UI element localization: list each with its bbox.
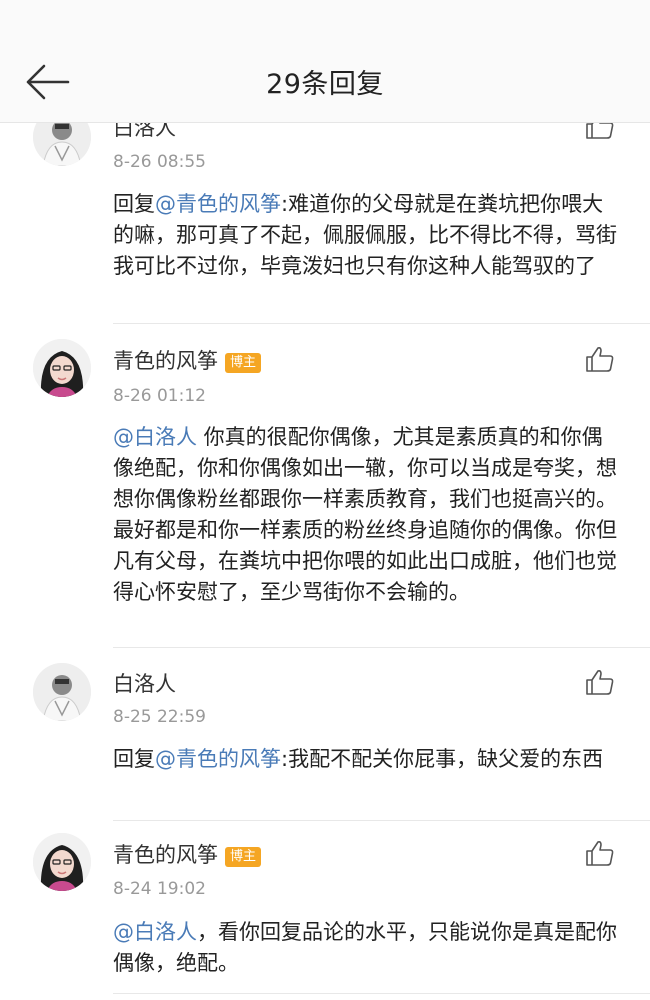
divider <box>113 647 650 648</box>
comment-text: @白洛人 你真的很配你偶像，尤其是素质真的和你偶像绝配，你和你偶像如出一辙，你可… <box>113 422 621 608</box>
comment-author: 青色的风筝 博主 <box>113 839 262 869</box>
comment-author: 青色的风筝 博主 <box>113 345 262 375</box>
mention-link[interactable]: @青色的风筝 <box>155 192 281 216</box>
avatar-qingsedefengzheng[interactable] <box>33 833 91 891</box>
divider <box>113 993 650 994</box>
reply-prefix: 回复 <box>113 192 155 216</box>
comment-time: 8-24 19:02 <box>113 879 206 899</box>
divider <box>113 323 650 324</box>
thumbs-up-icon[interactable] <box>585 839 615 867</box>
comment-text: @白洛人，看你回复品论的水平，只能说你是真是配你偶像，绝配。 <box>113 917 621 979</box>
top-bar: 29条回复 <box>0 0 650 123</box>
comment-time: 8-26 01:12 <box>113 386 206 406</box>
avatar-qingsedefengzheng[interactable] <box>33 339 91 397</box>
reply-prefix: 回复 <box>113 747 155 771</box>
comment-author[interactable]: 白洛人 <box>113 668 176 698</box>
author-badge: 博主 <box>225 847 262 867</box>
comment-author-name[interactable]: 青色的风筝 <box>113 843 218 867</box>
comment-time: 8-25 22:59 <box>113 707 206 727</box>
mention-link[interactable]: @白洛人 <box>113 920 197 944</box>
comment-body: :我配不配关你屁事，缺父爱的东西 <box>281 747 604 771</box>
mention-link[interactable]: @白洛人 <box>113 425 197 449</box>
mention-link[interactable]: @青色的风筝 <box>155 747 281 771</box>
page-title: 29条回复 <box>266 69 384 100</box>
comment-time: 8-26 08:55 <box>113 152 206 172</box>
divider <box>113 820 650 821</box>
comment-body: 你真的很配你偶像，尤其是素质真的和你偶像绝配，你和你偶像如出一辙，你可以当成是夸… <box>113 425 617 604</box>
comment-text: 回复@青色的风筝:难道你的父母就是在粪坑把你喂大的嘛，那可真了不起，佩服佩服，比… <box>113 189 621 282</box>
thumbs-up-icon[interactable] <box>585 345 615 373</box>
comment-list: 白洛人 8-26 08:55 回复@青色的风筝:难道你的父母就是在粪坑把你喂大的… <box>0 0 650 1000</box>
comment-author-name[interactable]: 青色的风筝 <box>113 349 218 373</box>
thumbs-up-icon[interactable] <box>585 668 615 696</box>
avatar-bailuoren[interactable] <box>33 663 91 721</box>
author-badge: 博主 <box>225 353 262 373</box>
comment-text: 回复@青色的风筝:我配不配关你屁事，缺父爱的东西 <box>113 744 621 775</box>
